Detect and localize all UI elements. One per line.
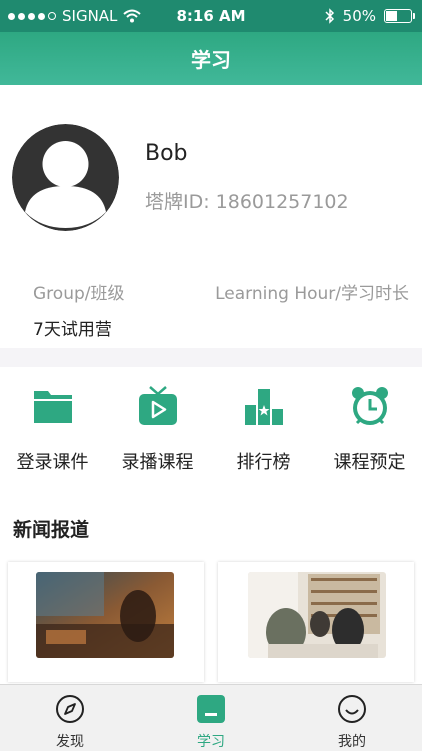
battery-fill [386,11,397,21]
learning-hour-label: Learning Hour/学习时长 [215,284,409,304]
news-card[interactable] [218,562,414,682]
folder-icon [33,391,72,423]
news-card[interactable] [8,562,204,682]
page-title: 学习 [191,48,231,72]
avatar[interactable] [12,124,119,231]
tv-play-icon [138,386,177,425]
tab-label: 学习 [197,734,225,750]
smiley-icon [338,695,366,723]
news-thumbnail [36,572,174,658]
book-icon [197,695,225,723]
battery-percent: 50% [342,7,376,25]
news-thumbnail [248,572,386,658]
tab-label: 发现 [56,734,84,750]
group-label: Group/班级 [33,284,125,304]
profile-name: Bob [145,141,188,166]
status-bar: SIGNAL 8:16 AM 50% [0,0,422,32]
alarm-clock-icon [351,387,388,425]
podium-icon [244,389,283,425]
feature-course-booking[interactable]: 课程预定 [317,385,422,474]
profile-id-label: 塔牌ID: [145,191,210,213]
profile-id: 塔牌ID: 18601257102 [145,187,349,214]
profile-id-value: 18601257102 [215,191,349,213]
feature-label: 录播课程 [121,452,194,473]
bluetooth-icon [325,8,334,24]
tab-bar: 发现 学习 我的 [0,684,422,751]
feature-courseware[interactable]: 登录课件 [0,385,105,474]
feature-leaderboard[interactable]: 排行榜 [211,385,316,474]
section-divider [0,348,422,367]
compass-icon [56,695,84,723]
page-header: 学习 [0,32,422,85]
battery-area: 50% [325,7,415,25]
tab-mine[interactable]: 我的 [282,685,422,751]
news-section-title: 新闻报道 [13,519,90,541]
feature-label: 登录课件 [16,452,89,473]
feature-label: 课程预定 [333,452,406,473]
feature-recorded-courses[interactable]: 录播课程 [105,385,210,474]
tab-study[interactable]: 学习 [141,685,281,751]
battery-icon [384,9,415,23]
tab-discover[interactable]: 发现 [0,685,140,751]
group-value: 7天试用营 [33,320,112,340]
feature-label: 排行榜 [236,452,291,473]
tab-label: 我的 [338,734,366,750]
